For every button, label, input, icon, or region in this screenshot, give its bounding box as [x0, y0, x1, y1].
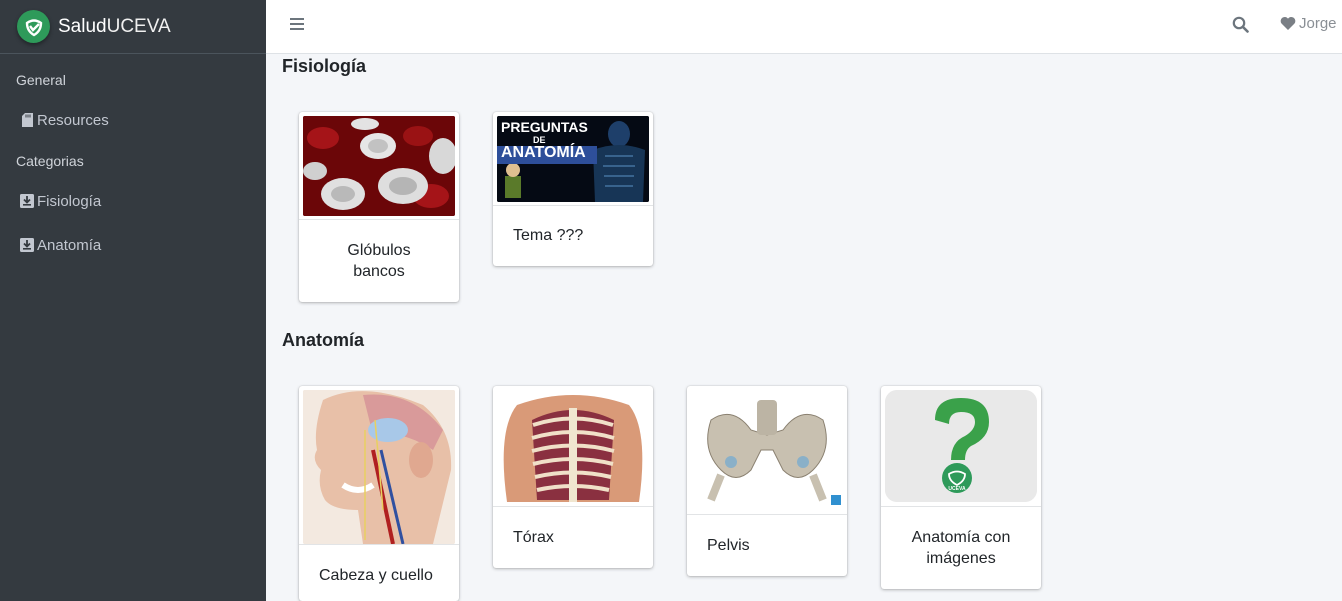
sidebar-item-label: Resources	[37, 111, 109, 129]
card-anatomia-imagenes[interactable]: UCEVA Anatomía con imágenes	[881, 386, 1041, 589]
card-globulos-bancos[interactable]: Glóbulos bancos	[299, 112, 459, 302]
brand-text: SaludUCEVA	[58, 15, 171, 37]
preguntas-anatomia-image: PREGUNTAS DE ANATOMÍA	[497, 116, 649, 202]
card-title: Pelvis	[707, 537, 750, 554]
card-cabeza-cuello[interactable]: Cabeza y cuello	[299, 386, 459, 601]
top-navbar: Jorge	[266, 0, 1342, 54]
card-title: Anatomía con imágenes	[911, 529, 1011, 567]
nav-header-general: General	[16, 72, 66, 88]
user-name: Jorge	[1299, 15, 1337, 32]
sidebar: SaludUCEVA General Resources Categorias …	[0, 0, 266, 601]
pelvis-anatomy-image	[691, 390, 843, 514]
uceva-logo-text: UCEVA	[948, 486, 966, 492]
brand-link[interactable]: SaludUCEVA	[0, 0, 266, 54]
card-title: Glóbulos bancos	[347, 242, 411, 280]
card-title: Cabeza y cuello	[319, 567, 433, 584]
download-box-icon	[20, 194, 34, 209]
section-title-fisiologia: Fisiología	[282, 56, 367, 76]
nav-header-categories: Categorias	[16, 153, 84, 169]
card-title: Tema ???	[513, 227, 584, 244]
blood-cells-image	[303, 116, 455, 216]
sidebar-item-resources[interactable]: Resources	[0, 109, 266, 131]
card-title: Tórax	[513, 529, 554, 546]
sidebar-item-anatomia[interactable]: Anatomía	[0, 234, 266, 256]
sidebar-item-label: Anatomía	[37, 236, 102, 254]
card-torax[interactable]: Tórax	[493, 386, 653, 568]
heart-icon	[1280, 16, 1296, 30]
sidebar-item-fisiologia[interactable]: Fisiología	[0, 190, 266, 212]
question-mark-image: UCEVA	[885, 390, 1037, 502]
card-pelvis[interactable]: Pelvis	[687, 386, 847, 576]
thumb-title-main: ANATOMÍA	[501, 144, 586, 161]
sd-card-icon	[20, 113, 34, 128]
card-tema[interactable]: PREGUNTAS DE ANATOMÍA Tema ???	[493, 112, 653, 266]
thorax-anatomy-image	[497, 390, 649, 502]
download-box-icon	[20, 238, 34, 253]
sidebar-item-label: Fisiología	[37, 192, 102, 210]
brand-logo-icon	[17, 10, 50, 43]
user-menu[interactable]: Jorge	[1280, 15, 1337, 32]
search-icon[interactable]	[1232, 16, 1249, 38]
section-title-anatomia: Anatomía	[282, 330, 365, 350]
thumb-title: PREGUNTAS	[501, 119, 588, 135]
hamburger-menu-icon[interactable]	[290, 18, 304, 32]
head-neck-anatomy-image	[303, 390, 455, 544]
